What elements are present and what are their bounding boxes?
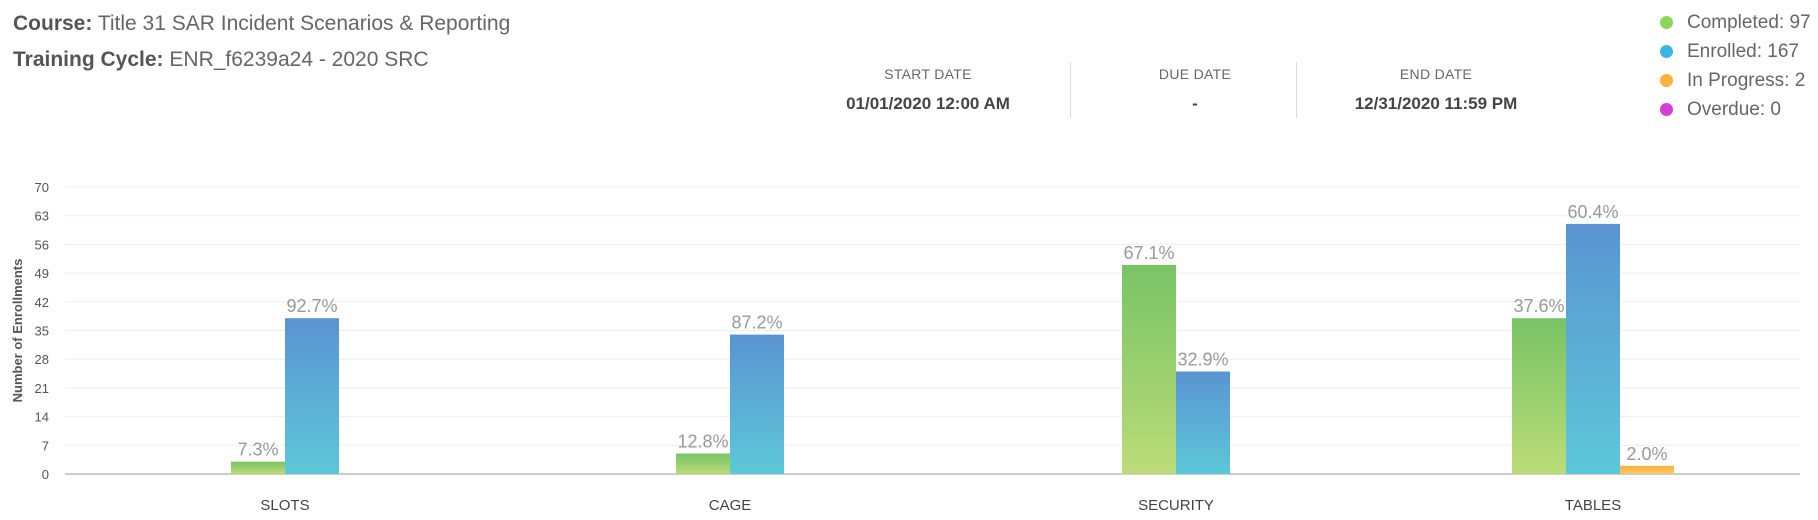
- y-tick-label: 28: [35, 352, 49, 367]
- course-info: Course: Title 31 SAR Incident Scenarios …: [13, 6, 510, 78]
- legend-item-in-progress[interactable]: In Progress: 2: [1660, 66, 1811, 95]
- legend-marker: [1660, 16, 1673, 29]
- bar-completed: [1122, 264, 1176, 474]
- y-tick-label: 14: [35, 410, 49, 425]
- data-label: 7.3%: [237, 440, 278, 460]
- y-tick-label: 42: [35, 295, 49, 310]
- data-label: 92.7%: [286, 296, 337, 316]
- end-date-block: END DATE 12/31/2020 11:59 PM: [1296, 62, 1576, 118]
- legend-item-completed[interactable]: Completed: 97: [1660, 8, 1811, 37]
- x-category-label: CAGE: [709, 497, 752, 514]
- bar-enrolled: [730, 334, 784, 474]
- course-label: Course:: [13, 12, 93, 35]
- course-name: Title 31 SAR Incident Scenarios & Report…: [97, 12, 511, 35]
- bar-enrolled: [1566, 223, 1620, 474]
- due-date-value: -: [1192, 94, 1198, 113]
- y-tick-label: 35: [35, 324, 49, 339]
- x-category-label: SLOTS: [260, 497, 309, 514]
- legend-item-overdue[interactable]: Overdue: 0: [1660, 95, 1811, 124]
- course-row: Course: Title 31 SAR Incident Scenarios …: [13, 6, 510, 42]
- data-label: 2.0%: [1626, 444, 1667, 464]
- data-label: 37.6%: [1513, 296, 1564, 316]
- x-category-label: TABLES: [1565, 497, 1621, 514]
- y-axis-title: Number of Enrollments: [10, 259, 25, 403]
- bar-completed: [1512, 318, 1566, 474]
- training-cycle-value: ENR_f6239a24 - 2020 SRC: [169, 48, 429, 71]
- training-cycle-label: Training Cycle:: [13, 48, 164, 71]
- legend-item-enrolled[interactable]: Enrolled: 167: [1660, 37, 1811, 66]
- legend-text: In Progress: 2: [1687, 69, 1806, 91]
- due-date-column: DUE DATE -: [1080, 62, 1310, 118]
- y-tick-label: 63: [35, 209, 49, 224]
- end-date-label: END DATE: [1399, 66, 1473, 82]
- end-date-value: 12/31/2020 11:59 PM: [1354, 94, 1518, 113]
- data-label: 67.1%: [1123, 243, 1174, 263]
- y-tick-label: 56: [35, 237, 49, 252]
- legend-marker: [1660, 103, 1673, 116]
- start-date-value: 01/01/2020 12:00 AM: [846, 94, 1010, 113]
- start-date-column: START DATE 01/01/2020 12:00 AM: [818, 62, 1038, 118]
- data-label: 60.4%: [1567, 202, 1618, 222]
- y-tick-label: 49: [35, 266, 49, 281]
- data-label: 32.9%: [1177, 350, 1228, 370]
- bar-enrolled: [285, 318, 339, 474]
- x-category-label: SECURITY: [1138, 497, 1214, 514]
- legend-marker: [1660, 45, 1673, 58]
- bar-in-progress: [1620, 465, 1674, 474]
- bar-completed: [676, 453, 730, 474]
- bar-completed: [231, 461, 285, 474]
- data-label: 12.8%: [677, 432, 728, 452]
- date-summary: START DATE 01/01/2020 12:00 AM DUE DATE …: [818, 62, 1298, 118]
- enrollment-bar-chart: 0 7 14 21 28 35 42 49 56 63 70 Number of Enrollment…: [10, 180, 1800, 514]
- legend-marker: [1660, 74, 1673, 87]
- legend-text: Completed: 97: [1687, 11, 1811, 33]
- y-tick-label: 70: [35, 180, 49, 195]
- data-label: 87.2%: [731, 313, 782, 333]
- date-divider: [1070, 62, 1071, 118]
- legend-text: Overdue: 0: [1687, 98, 1781, 120]
- y-tick-label: 0: [42, 467, 49, 482]
- chart-legend: Completed: 97 Enrolled: 167 In Progress:…: [1660, 8, 1811, 124]
- training-cycle-row: Training Cycle: ENR_f6239a24 - 2020 SRC: [13, 42, 510, 78]
- y-tick-label: 21: [35, 381, 49, 396]
- legend-text: Enrolled: 167: [1687, 40, 1799, 62]
- start-date-label: START DATE: [884, 66, 972, 82]
- due-date-label: DUE DATE: [1158, 66, 1232, 82]
- bar-enrolled: [1176, 371, 1230, 474]
- y-tick-label: 7: [42, 438, 49, 453]
